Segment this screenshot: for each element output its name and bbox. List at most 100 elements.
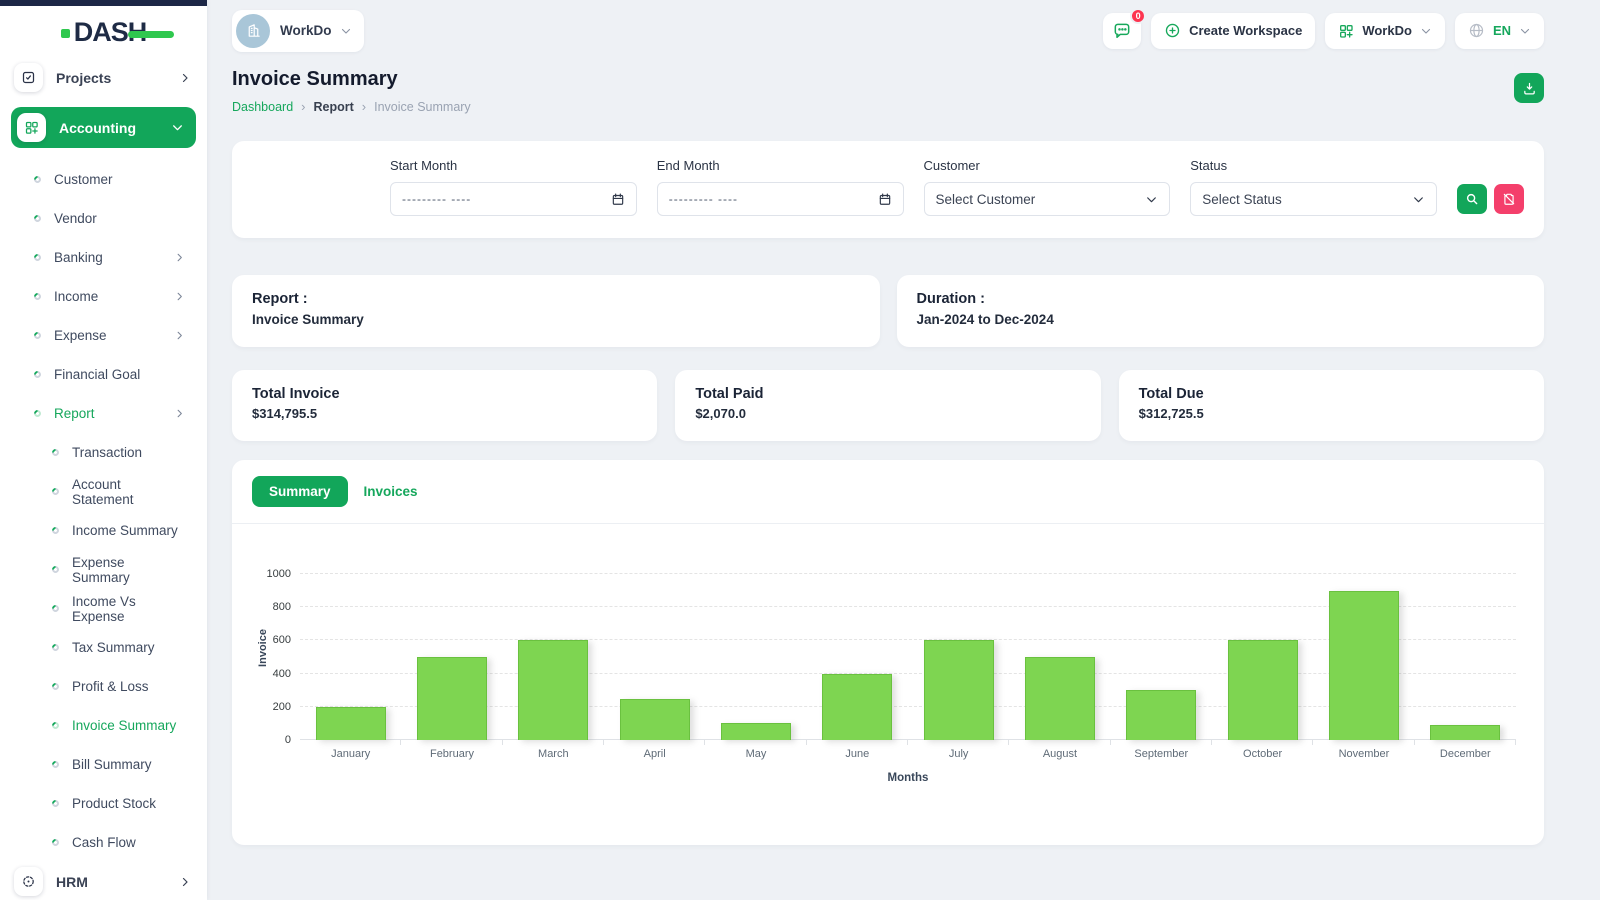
start-month-input[interactable]: --------- ---- bbox=[390, 182, 637, 216]
sidebar-report-subitem[interactable]: Product Stock bbox=[0, 784, 207, 823]
sidebar-report-subitem[interactable]: Transaction bbox=[0, 433, 207, 472]
totals-row: Total Invoice $314,795.5 Total Paid $2,0… bbox=[232, 370, 1544, 441]
total-due-value: $312,725.5 bbox=[1138, 406, 1204, 421]
y-tick-label: 200 bbox=[272, 700, 291, 713]
y-tick-label: 1000 bbox=[266, 568, 291, 580]
sidebar-item-hrm[interactable]: HRM bbox=[0, 862, 207, 900]
sidebar: DASH Projects Accounting Customer Vendor… bbox=[0, 0, 207, 900]
sidebar-subitem-label: Account Statement bbox=[72, 476, 134, 507]
bar-March[interactable] bbox=[518, 640, 589, 740]
x-tick-label: December bbox=[1439, 748, 1491, 760]
chart-tabs: Summary Invoices bbox=[232, 460, 1544, 524]
accounting-submenu: Customer Vendor Banking Income Expense F… bbox=[0, 160, 207, 433]
sidebar-subitem-label: Expense bbox=[54, 328, 107, 343]
main-content: WorkDo 0 Create Workspace WorkDo EN Invo… bbox=[207, 0, 1600, 845]
workspace-switcher-button[interactable]: WorkDo bbox=[1325, 12, 1445, 49]
end-month-input[interactable]: --------- ---- bbox=[656, 182, 904, 216]
workspace-name: WorkDo bbox=[280, 23, 332, 38]
create-workspace-button[interactable]: Create Workspace bbox=[1151, 12, 1316, 49]
sidebar-subitem[interactable]: Income bbox=[0, 277, 207, 316]
chart-plot-area: 0 200 400 600 800 1000 bbox=[267, 568, 1517, 746]
total-paid-label: Total Paid bbox=[695, 386, 764, 402]
logo-dot-icon bbox=[60, 29, 70, 38]
sidebar-subitem[interactable]: Vendor bbox=[0, 199, 207, 238]
reset-filter-button[interactable] bbox=[1494, 184, 1524, 214]
bar-August[interactable] bbox=[1025, 657, 1095, 740]
checkbox-icon bbox=[14, 63, 43, 92]
tab-summary[interactable]: Summary bbox=[252, 476, 348, 507]
sidebar-report-subitem[interactable]: Income Summary bbox=[0, 511, 207, 550]
sidebar-subitem-label: Financial Goal bbox=[54, 367, 141, 382]
customer-select-value: Select Customer bbox=[935, 191, 1036, 207]
customer-label: Customer bbox=[923, 158, 980, 173]
y-tick-label: 800 bbox=[272, 601, 291, 614]
calendar-icon bbox=[612, 193, 623, 205]
chevron-right-icon bbox=[174, 291, 185, 302]
total-paid-card: Total Paid $2,070.0 bbox=[675, 370, 1101, 441]
category-grid-icon bbox=[17, 113, 46, 142]
dash-logo[interactable]: DASH bbox=[0, 0, 207, 58]
tab-invoices[interactable]: Invoices bbox=[364, 484, 418, 499]
sidebar-subitem[interactable]: Report bbox=[0, 394, 207, 433]
breadcrumb-report[interactable]: Report bbox=[314, 100, 354, 114]
x-tick-label: November bbox=[1338, 748, 1390, 760]
sidebar-subitem-label: Invoice Summary bbox=[72, 718, 177, 733]
bar-January[interactable] bbox=[315, 706, 386, 740]
bar-December[interactable] bbox=[1430, 725, 1501, 740]
sidebar-report-subitem[interactable]: Tax Summary bbox=[0, 628, 207, 667]
bar-June[interactable] bbox=[822, 673, 893, 740]
sidebar-item-accounting[interactable]: Accounting bbox=[11, 107, 196, 148]
customer-field: Customer Select Customer bbox=[923, 158, 1171, 216]
bullet-icon bbox=[50, 798, 61, 809]
download-button[interactable] bbox=[1514, 73, 1544, 103]
x-tick-label: January bbox=[331, 748, 371, 760]
report-label: Report : bbox=[252, 291, 308, 307]
bar-September[interactable] bbox=[1126, 690, 1197, 740]
sidebar-report-subitem[interactable]: Profit & Loss bbox=[0, 667, 207, 706]
bar-February[interactable] bbox=[417, 657, 487, 740]
workspace-switcher-label: WorkDo bbox=[1362, 23, 1412, 38]
sidebar-report-subitem[interactable]: Expense Summary bbox=[0, 550, 207, 589]
sidebar-subitem[interactable]: Expense bbox=[0, 316, 207, 355]
total-due-card: Total Due $312,725.5 bbox=[1118, 370, 1544, 441]
report-card: Report : Invoice Summary bbox=[232, 275, 880, 347]
bar-November[interactable] bbox=[1328, 590, 1399, 740]
chevron-down-icon bbox=[1519, 25, 1531, 37]
sidebar-report-subitem[interactable]: Invoice Summary bbox=[0, 706, 207, 745]
sidebar-report-subitem[interactable]: Account Statement bbox=[0, 472, 207, 511]
bar-May[interactable] bbox=[721, 723, 791, 740]
bar-slot-February bbox=[401, 574, 503, 745]
bullet-icon bbox=[50, 486, 61, 497]
breadcrumb-dashboard[interactable]: Dashboard bbox=[232, 100, 293, 114]
invoice-bar-chart: Invoice 0 200 400 600 800 1000 January Februar… bbox=[232, 524, 1544, 824]
sidebar-subitem-label: Tax Summary bbox=[72, 640, 155, 655]
sidebar-report-subitem[interactable]: Income Vs Expense bbox=[0, 589, 207, 628]
sidebar-item-projects[interactable]: Projects bbox=[0, 58, 207, 97]
bullet-icon bbox=[50, 837, 61, 848]
y-tick-label: 400 bbox=[272, 667, 291, 680]
sidebar-subitem-label: Banking bbox=[54, 250, 103, 265]
x-axis-labels: January February March April May June July Augu… bbox=[300, 748, 1516, 760]
end-month-label: End Month bbox=[656, 158, 720, 173]
hrm-icon bbox=[14, 867, 43, 896]
language-selector[interactable]: EN bbox=[1454, 12, 1544, 49]
sidebar-subitem[interactable]: Financial Goal bbox=[0, 355, 207, 394]
bar-July[interactable] bbox=[923, 640, 994, 740]
sidebar-report-subitem[interactable]: Bill Summary bbox=[0, 745, 207, 784]
bullet-icon bbox=[32, 291, 43, 302]
bar-April[interactable] bbox=[619, 698, 690, 740]
sidebar-report-subitem[interactable]: Cash Flow bbox=[0, 823, 207, 862]
bar-October[interactable] bbox=[1227, 640, 1298, 740]
bar-slot-April bbox=[604, 574, 706, 745]
start-month-placeholder: --------- ---- bbox=[402, 192, 472, 206]
sidebar-subitem[interactable]: Banking bbox=[0, 238, 207, 277]
bar-slot-October bbox=[1212, 574, 1314, 745]
bar-slot-August bbox=[1009, 574, 1111, 745]
apply-filter-button[interactable] bbox=[1457, 184, 1487, 214]
sidebar-subitem[interactable]: Customer bbox=[0, 160, 207, 199]
report-info-row: Report : Invoice Summary Duration : Jan-… bbox=[232, 275, 1544, 347]
workspace-chip[interactable]: WorkDo bbox=[232, 9, 364, 52]
status-select[interactable]: Select Status bbox=[1190, 182, 1437, 216]
customer-select[interactable]: Select Customer bbox=[923, 182, 1171, 216]
messages-button[interactable]: 0 bbox=[1103, 7, 1147, 49]
